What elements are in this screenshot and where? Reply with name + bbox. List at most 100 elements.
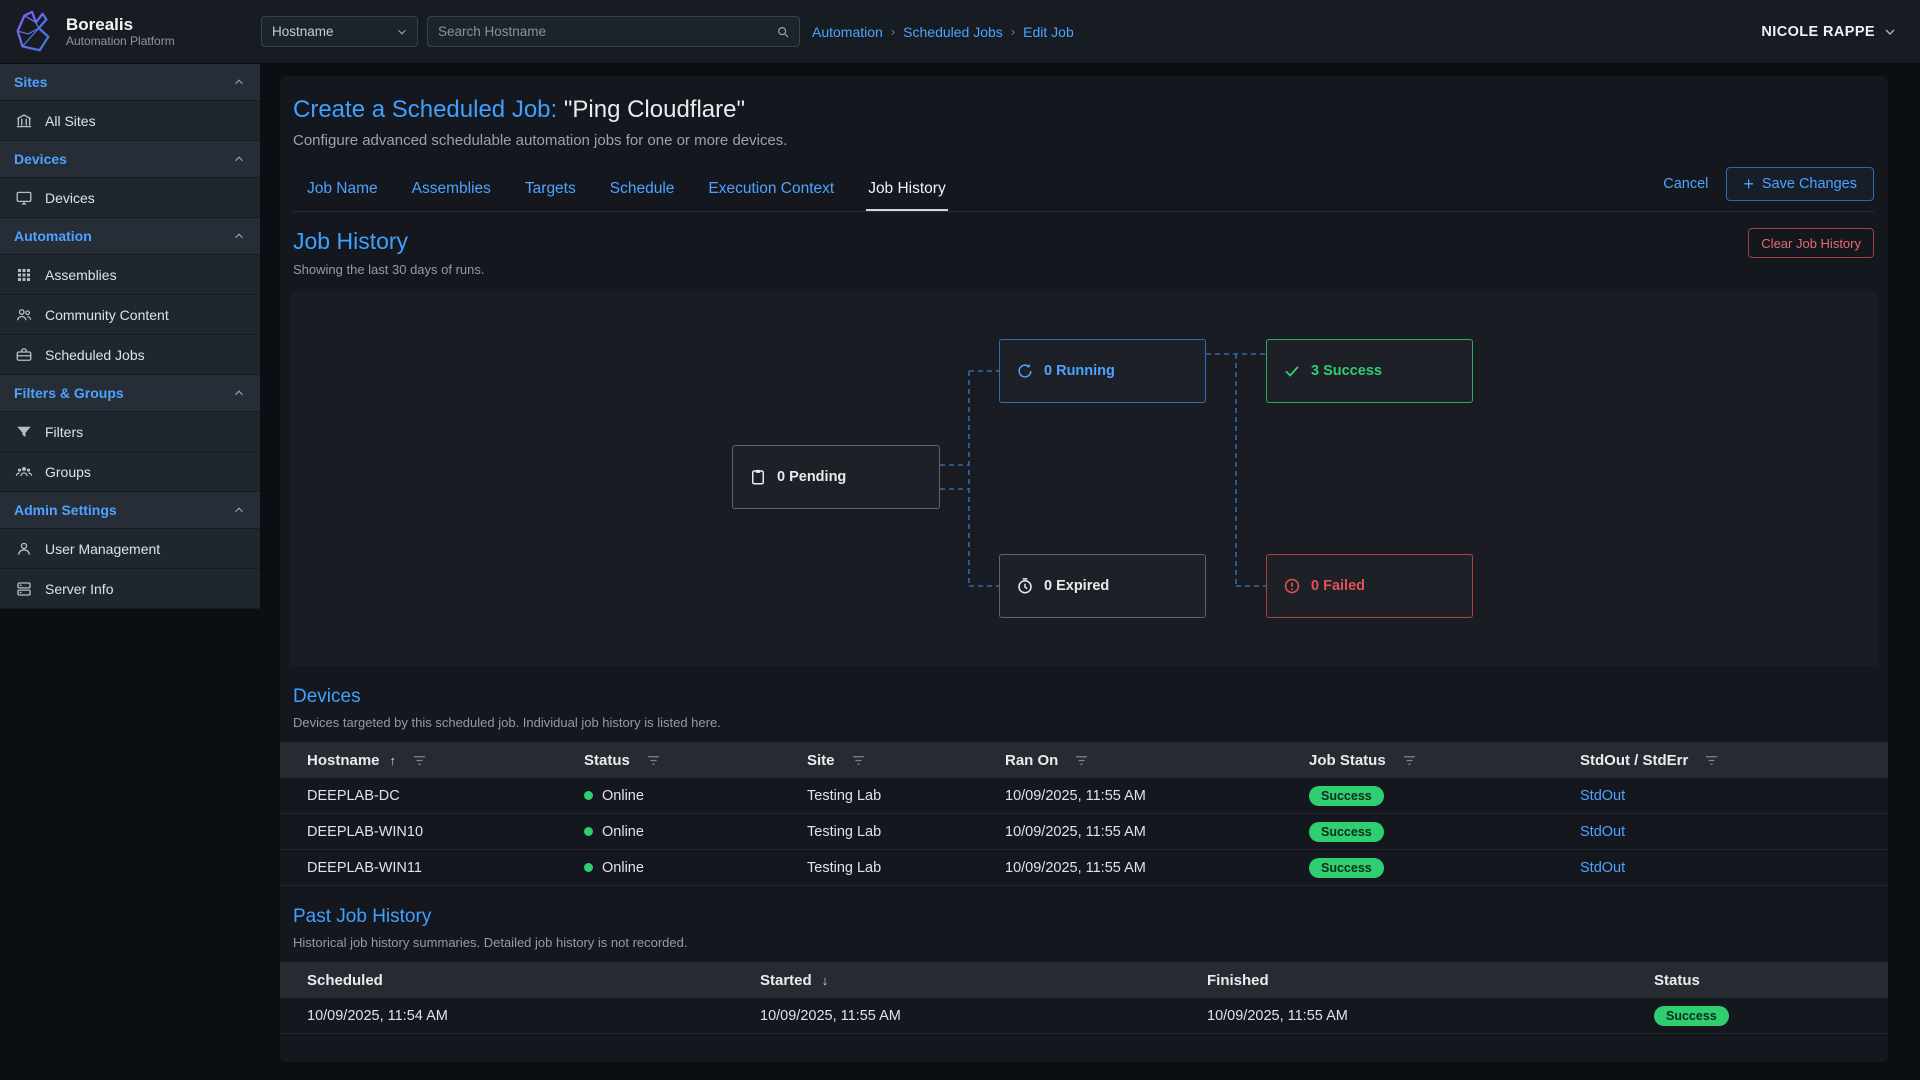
save-changes-button[interactable]: + Save Changes bbox=[1726, 167, 1874, 201]
pending-label: 0 Pending bbox=[777, 469, 846, 485]
section-label: Filters & Groups bbox=[14, 385, 232, 401]
pending-status-node[interactable]: 0 Pending bbox=[732, 445, 940, 509]
filter-icon[interactable] bbox=[646, 753, 661, 768]
hostname-dropdown[interactable]: Hostname bbox=[261, 16, 418, 47]
sidebar-item-filters[interactable]: Filters bbox=[0, 412, 260, 452]
tab-targets[interactable]: Targets bbox=[523, 172, 578, 211]
success-status-node[interactable]: 3 Success bbox=[1266, 339, 1473, 403]
status-badge: Success bbox=[1309, 786, 1384, 806]
job-status-cell: Success bbox=[1309, 858, 1580, 878]
briefcase-icon bbox=[15, 346, 33, 364]
sidebar-item-assemblies[interactable]: Assemblies bbox=[0, 255, 260, 295]
failed-label: 0 Failed bbox=[1311, 578, 1365, 594]
expired-status-node[interactable]: 0 Expired bbox=[999, 554, 1206, 618]
sidebar-item-devices[interactable]: Devices bbox=[0, 178, 260, 218]
column-header-stdout[interactable]: StdOut / StdErr bbox=[1580, 752, 1888, 769]
pending-icon bbox=[749, 468, 767, 486]
chevron-up-icon bbox=[232, 75, 246, 89]
chevron-down-icon bbox=[1882, 24, 1898, 40]
sidebar-section-admin-settings[interactable]: Admin Settings bbox=[0, 492, 260, 529]
column-header-status[interactable]: Status bbox=[584, 752, 807, 769]
column-header-ran-on[interactable]: Ran On bbox=[1005, 752, 1309, 769]
sidebar-section-automation[interactable]: Automation bbox=[0, 218, 260, 255]
cancel-button[interactable]: Cancel bbox=[1663, 176, 1708, 192]
ran-on-cell: 10/09/2025, 11:55 AM bbox=[1005, 824, 1309, 840]
sidebar-item-label: Assemblies bbox=[45, 267, 117, 283]
bank-icon bbox=[15, 112, 33, 130]
column-header-hostname[interactable]: Hostname ↑ bbox=[307, 752, 584, 769]
stdout-cell: StdOut bbox=[1580, 788, 1888, 804]
tab-assemblies[interactable]: Assemblies bbox=[410, 172, 493, 211]
app-subtitle: Automation Platform bbox=[66, 34, 175, 48]
failed-status-node[interactable]: 0 Failed bbox=[1266, 554, 1473, 618]
community-icon bbox=[15, 306, 33, 324]
online-dot-icon bbox=[584, 863, 593, 872]
column-header-site[interactable]: Site bbox=[807, 752, 1005, 769]
user-name: NICOLE RAPPE bbox=[1761, 24, 1875, 40]
sidebar-section-sites[interactable]: Sites bbox=[0, 64, 260, 101]
sidebar-item-all-sites[interactable]: All Sites bbox=[0, 101, 260, 141]
stdout-link[interactable]: StdOut bbox=[1580, 788, 1625, 804]
hostname-cell: DEEPLAB-WIN10 bbox=[307, 824, 584, 840]
sidebar-item-label: Server Info bbox=[45, 581, 113, 597]
job-status-diagram: 0 Pending 0 Running 3 Success 0 Expired bbox=[291, 291, 1877, 666]
error-icon bbox=[1283, 577, 1301, 595]
plus-icon: + bbox=[1743, 175, 1754, 193]
table-row: DEEPLAB-WIN11 Online Testing Lab 10/09/2… bbox=[280, 850, 1888, 886]
page-description: Configure advanced schedulable automatio… bbox=[293, 132, 1874, 149]
column-header-status[interactable]: Status bbox=[1654, 972, 1888, 989]
column-header-scheduled[interactable]: Scheduled bbox=[307, 972, 760, 989]
breadcrumb-automation[interactable]: Automation bbox=[812, 24, 883, 40]
status-cell: Online bbox=[584, 860, 807, 876]
chevron-up-icon bbox=[232, 503, 246, 517]
tab-execution-context[interactable]: Execution Context bbox=[706, 172, 836, 211]
main-panel: Create a Scheduled Job: "Ping Cloudflare… bbox=[280, 76, 1888, 1062]
clear-job-history-button[interactable]: Clear Job History bbox=[1748, 228, 1874, 258]
chevron-down-icon bbox=[395, 25, 409, 39]
devices-table: Hostname ↑ Status Site Ran On Job Status bbox=[280, 742, 1888, 886]
app-name: Borealis bbox=[66, 15, 175, 35]
running-status-node[interactable]: 0 Running bbox=[999, 339, 1206, 403]
sidebar-item-scheduled-jobs[interactable]: Scheduled Jobs bbox=[0, 335, 260, 375]
server-icon bbox=[15, 580, 33, 598]
sidebar-section-devices[interactable]: Devices bbox=[0, 141, 260, 178]
user-menu[interactable]: NICOLE RAPPE bbox=[1761, 24, 1898, 40]
tab-schedule[interactable]: Schedule bbox=[608, 172, 677, 211]
filter-icon[interactable] bbox=[1402, 753, 1417, 768]
sidebar-item-label: Community Content bbox=[45, 307, 169, 323]
filter-icon[interactable] bbox=[1074, 753, 1089, 768]
status-badge: Success bbox=[1309, 822, 1384, 842]
section-label: Devices bbox=[14, 151, 232, 167]
sidebar-item-server-info[interactable]: Server Info bbox=[0, 569, 260, 609]
borealis-logo bbox=[10, 9, 56, 55]
status-cell: Online bbox=[584, 788, 807, 804]
section-label: Automation bbox=[14, 228, 232, 244]
sort-asc-icon: ↑ bbox=[390, 753, 397, 768]
running-icon bbox=[1016, 362, 1034, 380]
grid-icon bbox=[15, 266, 33, 284]
chevron-up-icon bbox=[232, 386, 246, 400]
sidebar-item-label: Scheduled Jobs bbox=[45, 347, 145, 363]
breadcrumb-scheduled-jobs[interactable]: Scheduled Jobs bbox=[903, 24, 1003, 40]
stdout-link[interactable]: StdOut bbox=[1580, 860, 1625, 876]
filter-icon[interactable] bbox=[412, 753, 427, 768]
column-header-started[interactable]: Started ↓ bbox=[760, 972, 1207, 989]
page-header: Create a Scheduled Job: "Ping Cloudflare… bbox=[280, 76, 1888, 212]
sidebar-item-user-management[interactable]: User Management bbox=[0, 529, 260, 569]
column-header-finished[interactable]: Finished bbox=[1207, 972, 1654, 989]
search-icon[interactable] bbox=[776, 25, 790, 39]
sidebar-item-groups[interactable]: Groups bbox=[0, 452, 260, 492]
ran-on-cell: 10/09/2025, 11:55 AM bbox=[1005, 788, 1309, 804]
search-input[interactable] bbox=[438, 24, 776, 39]
column-header-job-status[interactable]: Job Status bbox=[1309, 752, 1580, 769]
sidebar-item-community-content[interactable]: Community Content bbox=[0, 295, 260, 335]
tab-job-history[interactable]: Job History bbox=[866, 172, 948, 211]
filter-icon[interactable] bbox=[1704, 753, 1719, 768]
sidebar-section-filters-groups[interactable]: Filters & Groups bbox=[0, 375, 260, 412]
tab-job-name[interactable]: Job Name bbox=[305, 172, 380, 211]
breadcrumb-edit-job[interactable]: Edit Job bbox=[1023, 24, 1074, 40]
stdout-link[interactable]: StdOut bbox=[1580, 824, 1625, 840]
filter-icon[interactable] bbox=[851, 753, 866, 768]
section-label: Sites bbox=[14, 74, 232, 90]
ran-on-cell: 10/09/2025, 11:55 AM bbox=[1005, 860, 1309, 876]
